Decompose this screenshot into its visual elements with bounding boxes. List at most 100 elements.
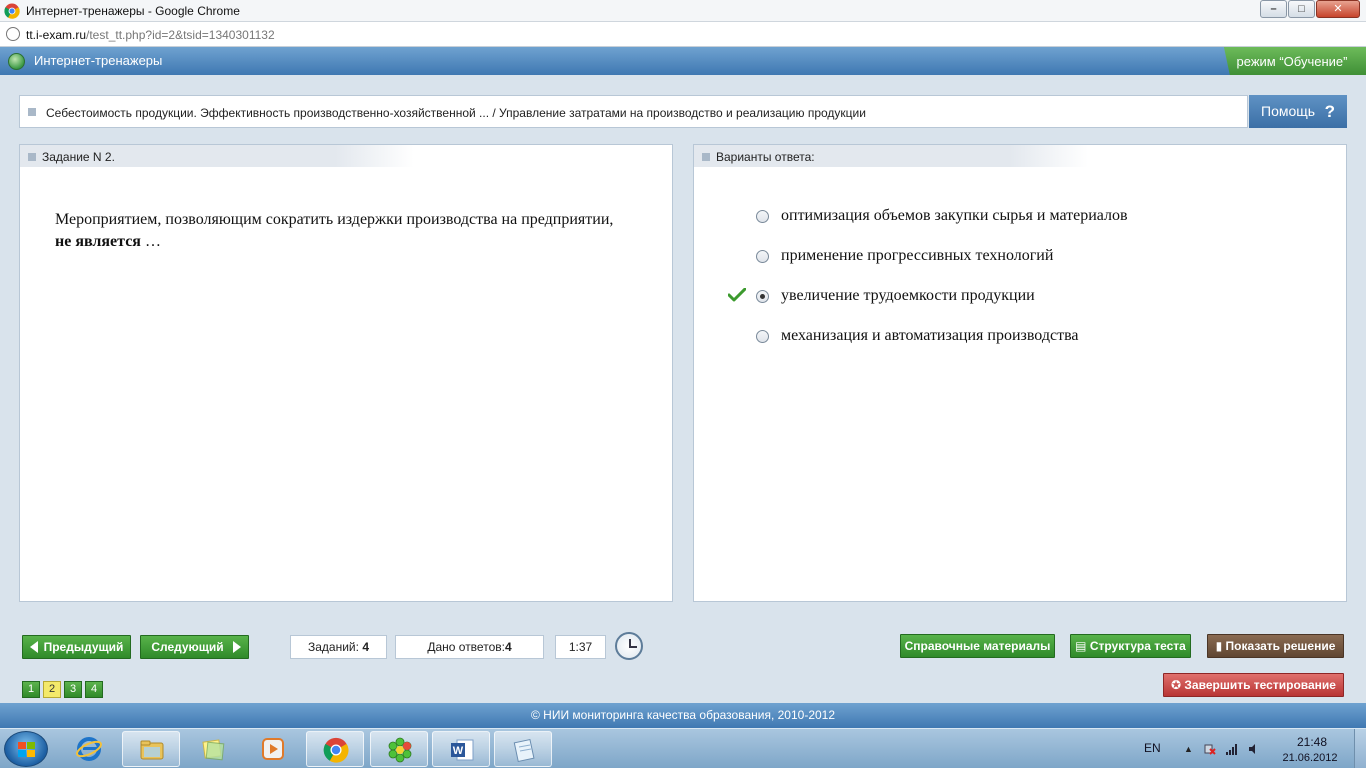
help-button[interactable]: Помощь ? <box>1249 95 1347 128</box>
finish-test-button[interactable]: ✪ Завершить тестирование <box>1163 673 1344 697</box>
window-title: Интернет-тренажеры - Google Chrome <box>26 4 240 18</box>
maximize-icon: □ <box>1298 3 1305 15</box>
answer-option[interactable]: увеличение трудоемкости продукции <box>694 285 1344 309</box>
breadcrumb: Себестоимость продукции. Эффективность п… <box>19 95 1248 128</box>
tasks-count: 4 <box>362 640 369 654</box>
url-host: tt.i-exam.ru <box>26 28 87 42</box>
window-titlebar: Интернет-тренажеры - Google Chrome – □ ✕ <box>0 0 1366 22</box>
arrow-right-icon <box>233 641 241 653</box>
radio-button[interactable] <box>756 250 769 263</box>
timer: 1:37 <box>555 635 606 659</box>
question-bold: не является <box>55 233 141 250</box>
taskbar-icq[interactable] <box>370 731 428 767</box>
app-header: Интернет-тренажеры режим “Обучение” <box>0 47 1366 75</box>
clock-icon <box>615 632 643 660</box>
tasks-label: Заданий: <box>308 640 363 654</box>
bullet-square-icon <box>28 153 36 161</box>
chrome-icon <box>323 737 349 763</box>
list-icon: ▤ <box>1075 639 1090 653</box>
breadcrumb-text: Себестоимость продукции. Эффективность п… <box>46 106 866 120</box>
question-text: Мероприятием, позволяющим сократить изде… <box>55 209 615 253</box>
taskbar-explorer[interactable] <box>122 731 180 767</box>
finish-test-label: Завершить тестирование <box>1184 678 1336 692</box>
answers-panel-header: Варианты ответа: <box>694 145 1088 167</box>
radio-button[interactable] <box>756 330 769 343</box>
svg-text:W: W <box>453 745 464 757</box>
icq-flower-icon <box>388 737 412 763</box>
answers-title: Варианты ответа: <box>716 150 815 164</box>
taskbar-notes[interactable] <box>184 731 242 767</box>
url-text[interactable]: tt.i-exam.ru/test_tt.php?id=2&tsid=13403… <box>26 28 275 42</box>
mode-badge: режим “Обучение” <box>1223 47 1366 75</box>
page-button-active[interactable]: 2 <box>43 681 61 698</box>
taskbar-word[interactable]: W <box>432 731 490 767</box>
answer-option-label[interactable]: применение прогрессивных технологий <box>781 247 1053 265</box>
book-icon: ▮ <box>1215 639 1226 653</box>
taskbar-media[interactable] <box>244 731 302 767</box>
answer-option-label[interactable]: механизация и автоматизация производства <box>781 327 1079 345</box>
taskbar-notepad[interactable] <box>494 731 552 767</box>
taskbar: W EN ▲ 21:48 21.06.2012 <box>0 728 1366 768</box>
arrow-left-icon <box>30 641 38 653</box>
show-solution-button[interactable]: ▮ Показать решение <box>1207 634 1344 658</box>
signal-bars-icon[interactable] <box>1226 743 1238 755</box>
help-label: Помощь <box>1261 103 1316 119</box>
radio-button[interactable] <box>756 210 769 223</box>
answer-option-label[interactable]: оптимизация объемов закупки сырья и мате… <box>781 207 1128 225</box>
show-solution-label: Показать решение <box>1225 639 1336 653</box>
question-pager: 1 2 3 4 <box>22 681 106 698</box>
maximize-button[interactable]: □ <box>1288 0 1315 18</box>
checkmark-icon <box>728 288 746 302</box>
running-man-icon: ✪ <box>1171 678 1185 692</box>
reference-materials-label: Справочные материалы <box>904 639 1051 653</box>
start-button[interactable] <box>4 731 48 767</box>
taskbar-chrome[interactable] <box>306 731 364 767</box>
tasks-counter: Заданий: 4 <box>290 635 387 659</box>
answer-option[interactable]: оптимизация объемов закупки сырья и мате… <box>694 205 1344 229</box>
bullet-square-icon <box>28 108 36 116</box>
reference-materials-button[interactable]: Справочные материалы <box>900 634 1055 658</box>
next-button[interactable]: Следующий <box>140 635 249 659</box>
internet-explorer-icon <box>76 737 102 761</box>
answer-option[interactable]: механизация и автоматизация производства <box>694 325 1344 349</box>
system-tray: EN ▲ 21:48 21.06.2012 <box>1136 729 1366 768</box>
app-title: Интернет-тренажеры <box>34 53 163 68</box>
language-indicator[interactable]: EN <box>1144 741 1161 755</box>
clock-date[interactable]: 21.06.2012 <box>1278 752 1342 764</box>
footer: © НИИ мониторинга качества образования, … <box>0 703 1366 728</box>
page-button[interactable]: 3 <box>64 681 82 698</box>
answers-panel: Варианты ответа: оптимизация объемов зак… <box>693 144 1347 602</box>
taskbar-ie[interactable] <box>60 731 118 767</box>
question-end: … <box>140 233 161 250</box>
question-mark-icon: ? <box>1324 102 1335 121</box>
task-title: Задание N 2. <box>42 150 115 164</box>
chrome-logo-icon <box>4 3 20 19</box>
answers-counter: Дано ответов:4 <box>395 635 544 659</box>
answers-given-label: Дано ответов: <box>427 640 505 654</box>
clock-hand <box>629 646 637 648</box>
page-button[interactable]: 4 <box>85 681 103 698</box>
address-bar[interactable]: tt.i-exam.ru/test_tt.php?id=2&tsid=13403… <box>0 22 1366 47</box>
app-logo-icon <box>8 53 25 70</box>
notepad-icon <box>513 738 535 763</box>
folder-icon <box>140 740 164 760</box>
answer-option-label[interactable]: увеличение трудоемкости продукции <box>781 287 1035 305</box>
word-icon: W <box>451 739 474 761</box>
page-info-icon[interactable] <box>6 27 20 41</box>
task-panel: Задание N 2. Мероприятием, позволяющим с… <box>19 144 673 602</box>
copyright-text: © НИИ мониторинга качества образования, … <box>530 708 836 722</box>
radio-button-selected[interactable] <box>756 290 769 303</box>
windows-logo-icon <box>18 742 35 757</box>
minimize-button[interactable]: – <box>1260 0 1287 18</box>
close-button[interactable]: ✕ <box>1316 0 1360 18</box>
url-path: /test_tt.php?id=2&tsid=1340301132 <box>86 28 275 42</box>
network-error-icon[interactable] <box>1204 743 1216 755</box>
show-desktop-button[interactable] <box>1354 729 1366 768</box>
tray-expand-icon[interactable]: ▲ <box>1184 743 1196 755</box>
page-button[interactable]: 1 <box>22 681 40 698</box>
test-structure-button[interactable]: ▤ Структура теста <box>1070 634 1191 658</box>
previous-button[interactable]: Предыдущий <box>22 635 131 659</box>
volume-icon[interactable] <box>1248 743 1260 755</box>
clock-time[interactable]: 21:48 <box>1286 735 1338 749</box>
answer-option[interactable]: применение прогрессивных технологий <box>694 245 1344 269</box>
